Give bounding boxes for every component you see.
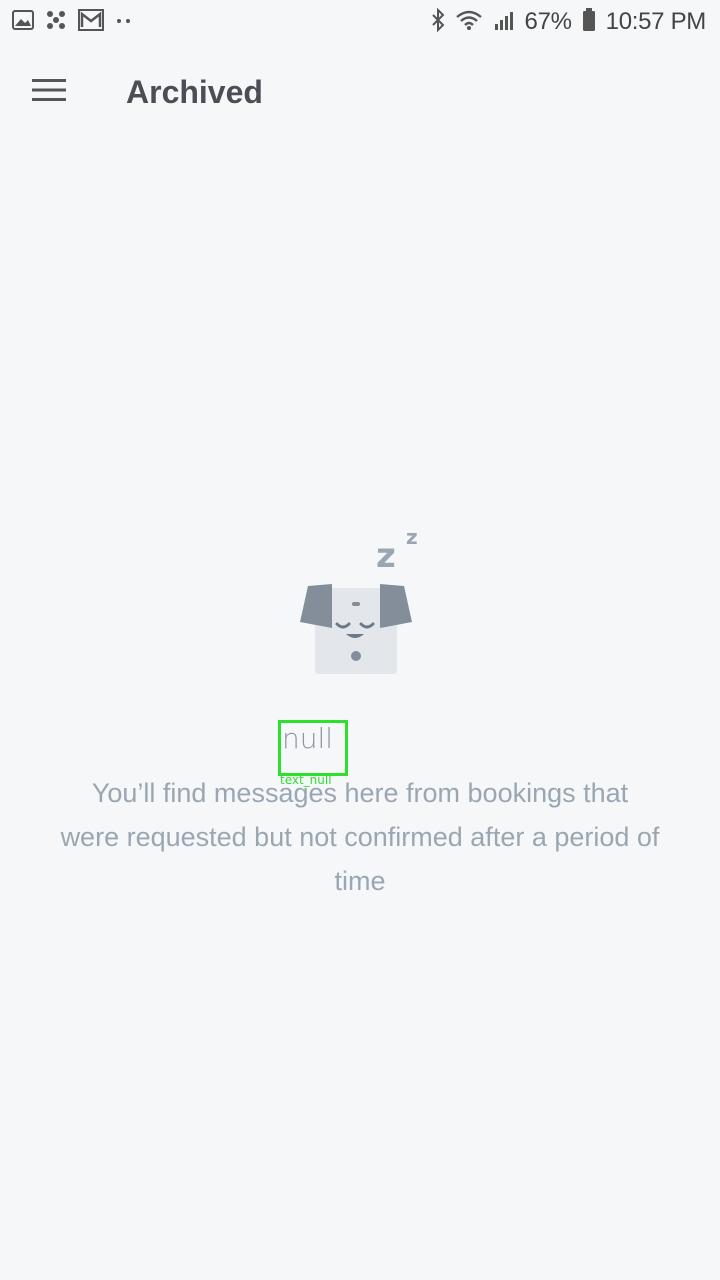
- battery-percent: 67%: [524, 8, 572, 35]
- image-icon: [12, 9, 34, 35]
- empty-state-message: You’ll find messages here from bookings …: [60, 778, 660, 896]
- clock: 10:57 PM: [605, 8, 707, 35]
- battery-icon: [582, 7, 596, 37]
- status-right: 67% 10:57 PM: [431, 7, 707, 37]
- app-bar: Archived: [0, 50, 720, 134]
- more-dots-icon: [114, 13, 134, 31]
- page-title: Archived: [126, 73, 263, 110]
- null-text: null: [282, 722, 334, 755]
- sleeping-dog-icon: z z: [290, 520, 430, 680]
- gmail-icon: [78, 8, 104, 36]
- svg-text:z: z: [406, 525, 418, 549]
- signal-icon: [493, 9, 515, 36]
- bluetooth-icon: [431, 7, 445, 37]
- hamburger-menu-icon: [31, 77, 67, 108]
- status-left: [12, 8, 134, 36]
- menu-button[interactable]: [0, 50, 98, 134]
- svg-text:z: z: [376, 536, 396, 576]
- status-bar: 67% 10:57 PM: [0, 0, 720, 44]
- wifi-icon: [455, 9, 483, 36]
- pinwheel-icon: [44, 9, 68, 36]
